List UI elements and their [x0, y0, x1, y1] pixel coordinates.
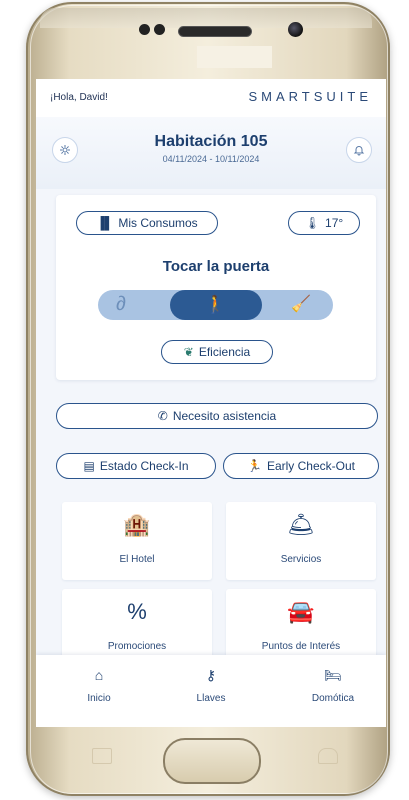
room-header: Habitación 105 04/11/2024 - 10/11/2024 [36, 117, 386, 189]
building-icon: 🏨 [123, 512, 151, 537]
sensor-dots [139, 24, 169, 36]
phone-top-bezel [40, 8, 372, 28]
door-control-panel: ▐▌ Mis Consumos 🌡 17° Tocar la puerta ∂ … [56, 195, 376, 380]
bottom-tab-bar: ⌂ Inicio ⚷ Llaves 🛏 Domótica [36, 655, 386, 727]
front-camera [288, 22, 303, 37]
home-icon: ⌂ [94, 667, 104, 683]
notifications-button[interactable] [346, 137, 372, 163]
knock-door-title: Tocar la puerta [162, 258, 270, 275]
bar-chart-icon: ▐▌ [96, 216, 114, 230]
my-consumption-button[interactable]: ▐▌ Mis Consumos [76, 211, 218, 235]
hotel-label: El Hotel [119, 554, 155, 565]
proximity-sensor [197, 46, 272, 68]
leaf-icon: ❦ [183, 345, 194, 359]
points-of-interest-label: Puntos de Interés [261, 641, 341, 652]
back-key[interactable] [318, 748, 338, 764]
knock-door-option[interactable]: 🚶 [170, 290, 262, 320]
app-screen: ¡Hola, David! SMARTSUITE Habitación 105 … [36, 79, 386, 727]
earpiece-speaker [178, 26, 252, 37]
thermometer-icon: 🌡 [304, 216, 321, 230]
tab-keys[interactable]: ⚷ Llaves [166, 667, 256, 704]
key-icon: ⚷ [205, 667, 217, 683]
car-icon: 🚘 [287, 599, 315, 624]
services-label: Servicios [280, 554, 322, 565]
stay-dates: 04/11/2024 - 10/11/2024 [162, 154, 260, 164]
early-checkout-label: Early Check-Out [266, 459, 355, 473]
tab-keys-label: Llaves [196, 693, 226, 704]
early-checkout-button[interactable]: 🏃 Early Check-Out [223, 453, 379, 479]
my-consumption-label: Mis Consumos [118, 216, 198, 230]
person-knocking-icon: 🚶 [205, 295, 227, 314]
home-hardware-button[interactable] [163, 738, 261, 784]
phone-icon: ✆ [157, 409, 168, 423]
room-title: Habitación 105 [154, 133, 268, 150]
checkin-status-button[interactable]: ▤ Estado Check-In [56, 453, 216, 479]
temperature-label: 17° [325, 216, 344, 230]
promotions-label: Promociones [107, 641, 167, 652]
tab-domotics-label: Domótica [311, 693, 355, 704]
tab-domotics[interactable]: 🛏 Domótica [288, 667, 378, 704]
checkin-status-label: Estado Check-In [99, 459, 189, 473]
greeting-text: ¡Hola, David! [50, 92, 108, 103]
hotel-card[interactable]: 🏨 El Hotel [62, 502, 212, 580]
clean-room-icon[interactable]: 🧹 [291, 294, 311, 314]
greeting-bar: ¡Hola, David! SMARTSUITE [36, 79, 386, 117]
tab-home-label: Inicio [87, 693, 111, 704]
assistance-label: Necesito asistencia [172, 409, 277, 423]
assistance-button[interactable]: ✆ Necesito asistencia [56, 403, 378, 429]
temperature-button[interactable]: 🌡 17° [288, 211, 360, 235]
efficiency-label: Eficiencia [198, 345, 251, 359]
id-card-icon: ▤ [83, 459, 95, 473]
tab-home[interactable]: ⌂ Inicio [54, 667, 144, 704]
recent-apps-key[interactable] [92, 748, 112, 764]
efficiency-button[interactable]: ❦ Eficiencia [161, 340, 273, 364]
do-not-disturb-icon[interactable]: ∂ [116, 293, 126, 316]
services-card[interactable]: 🛎 Servicios [226, 502, 376, 580]
bed-icon: 🛏 [324, 667, 342, 683]
brand-logo: SMARTSUITE [248, 89, 372, 104]
service-bell-icon: 🛎 [287, 512, 315, 537]
bell-icon [353, 146, 365, 156]
running-person-icon: 🏃 [247, 459, 262, 473]
percent-icon: % [127, 599, 147, 624]
door-status-selector[interactable]: ∂ 🚶 🧹 [98, 290, 333, 320]
